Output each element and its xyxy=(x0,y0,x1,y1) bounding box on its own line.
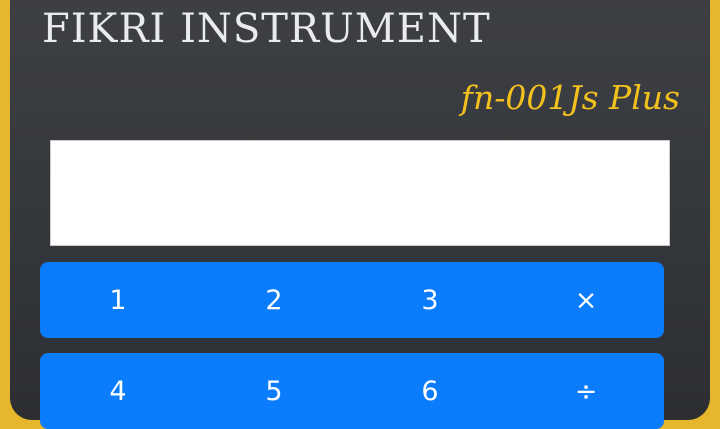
calculator-bezel: FIKRI INSTRUMENT fn-001Js Plus 1 2 3 × 4… xyxy=(0,0,720,429)
model-name: fn-001Js Plus xyxy=(460,78,680,117)
key-5[interactable]: 5 xyxy=(196,353,352,429)
key-divide[interactable]: ÷ xyxy=(508,353,664,429)
key-1[interactable]: 1 xyxy=(40,262,196,338)
calculator-display xyxy=(50,140,670,246)
key-3[interactable]: 3 xyxy=(352,262,508,338)
brand-title: FIKRI INSTRUMENT xyxy=(42,6,491,52)
keypad-row-1: 1 2 3 × xyxy=(40,262,664,338)
keypad-row-2: 4 5 6 ÷ xyxy=(40,353,664,429)
key-multiply[interactable]: × xyxy=(508,262,664,338)
key-4[interactable]: 4 xyxy=(40,353,196,429)
key-2[interactable]: 2 xyxy=(196,262,352,338)
key-6[interactable]: 6 xyxy=(352,353,508,429)
